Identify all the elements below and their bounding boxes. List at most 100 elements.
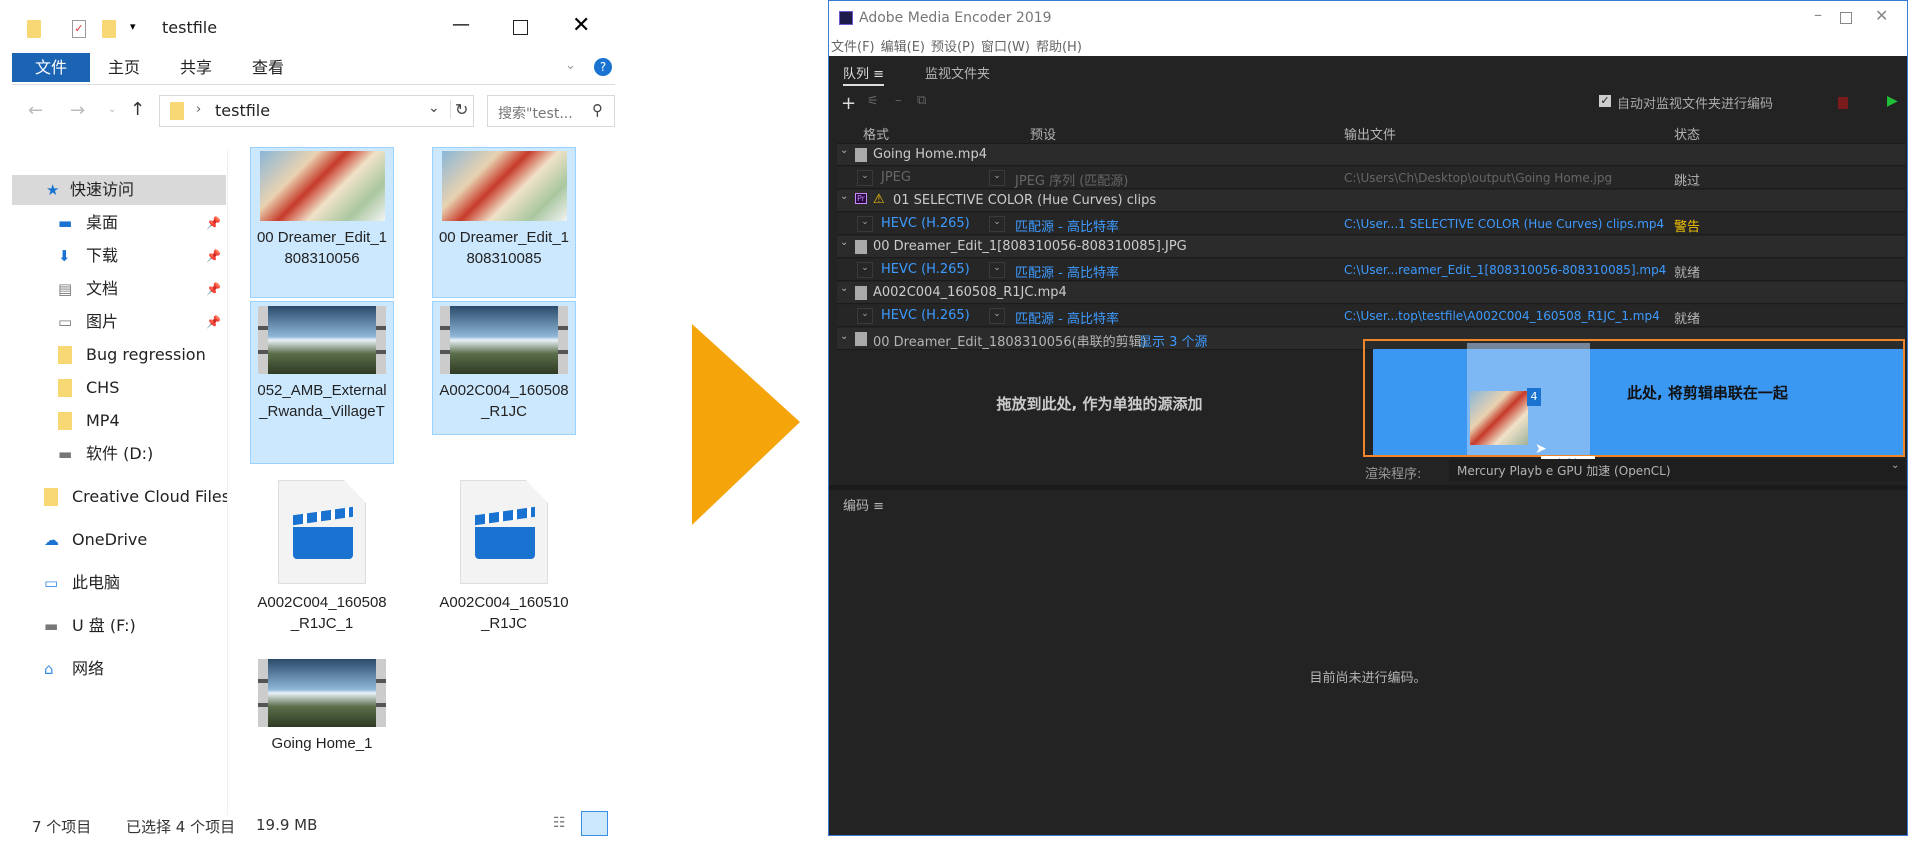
- menu-preset[interactable]: 预设(P): [931, 40, 975, 55]
- auto-encode-checkbox[interactable]: ✓: [1599, 95, 1611, 107]
- nav-item[interactable]: Bug regression: [0, 340, 227, 370]
- address-dropdown-icon[interactable]: ⌄: [428, 100, 440, 116]
- output-path[interactable]: C:\User...reamer_Edit_1[808310056-808310…: [1344, 263, 1666, 277]
- output-path[interactable]: C:\User...1 SELECTIVE COLOR (Hue Curves)…: [1344, 217, 1664, 231]
- menu-file[interactable]: 文件(F): [831, 40, 875, 55]
- large-icons-view-button[interactable]: [581, 811, 608, 836]
- help-icon[interactable]: ?: [594, 58, 612, 76]
- file-item[interactable]: A002C004_160508_R1JC_1: [250, 475, 394, 649]
- stop-button[interactable]: [1838, 97, 1848, 109]
- nav-item[interactable]: ▭ 此电脑: [0, 568, 227, 598]
- ribbon-expand-icon[interactable]: ⌄: [565, 58, 576, 73]
- column-output[interactable]: 输出文件: [1344, 124, 1396, 143]
- chevron-down-icon[interactable]: ⌄: [840, 145, 848, 156]
- preset-value[interactable]: 匹配源 - 高比特率: [1015, 308, 1119, 327]
- queue-item[interactable]: ⌄ HEVC (H.265) ⌄ 匹配源 - 高比特率 C:\User...top\te…: [837, 305, 1905, 327]
- pin-icon[interactable]: 📌: [206, 208, 221, 238]
- preset-dropdown[interactable]: ⌄: [989, 308, 1005, 324]
- format-value[interactable]: HEVC (H.265): [881, 262, 970, 277]
- settings-icon[interactable]: ⚟: [867, 94, 879, 109]
- nav-item[interactable]: ▤ 文档 📌: [0, 274, 227, 304]
- format-value[interactable]: JPEG: [881, 170, 911, 185]
- back-button[interactable]: ←: [28, 100, 43, 121]
- queue-item[interactable]: ⌄ JPEG ⌄ JPEG 序列 (匹配源) C:\Users\Ch\Desktop\o…: [837, 167, 1905, 189]
- file-item[interactable]: 052_AMB_External_Rwanda_VillageT: [250, 301, 394, 464]
- menu-window[interactable]: 窗口(W): [981, 40, 1030, 55]
- maximize-button[interactable]: [1840, 12, 1852, 24]
- output-path[interactable]: C:\User...top\testfile\A002C004_160508_R…: [1344, 309, 1660, 323]
- preset-value[interactable]: 匹配源 - 高比特率: [1015, 262, 1119, 281]
- panel-divider[interactable]: [829, 485, 1907, 490]
- queue-group[interactable]: ⌄ A002C004_160508_R1JC.mp4: [837, 282, 1905, 304]
- preset-dropdown[interactable]: ⌄: [989, 216, 1005, 232]
- file-item[interactable]: A002C004_160510_R1JC: [432, 475, 576, 649]
- chevron-down-icon[interactable]: ⌄: [840, 283, 848, 294]
- pin-icon[interactable]: 📌: [206, 241, 221, 271]
- format-value[interactable]: HEVC (H.265): [881, 308, 970, 323]
- minimize-button[interactable]: —: [452, 14, 470, 35]
- renderer-select[interactable]: Mercury Playb e GPU 加速 (OpenCL) ⌄: [1449, 459, 1905, 481]
- queue-group[interactable]: ⌄ 00 Dreamer_Edit_1[808310056-808310085].…: [837, 236, 1905, 258]
- column-status[interactable]: 状态: [1674, 124, 1700, 143]
- drop-zone-separate[interactable]: 拖放到此处, 作为单独的源添加: [837, 351, 1362, 456]
- queue-item[interactable]: ⌄ HEVC (H.265) ⌄ 匹配源 - 高比特率 C:\User...1 SELE…: [837, 213, 1905, 235]
- recent-dropdown-icon[interactable]: ⌄: [108, 104, 116, 115]
- quick-access-dropdown-icon[interactable]: ▾: [130, 20, 136, 33]
- add-source-button[interactable]: +: [841, 93, 856, 114]
- nav-item[interactable]: MP4: [0, 406, 227, 436]
- queue-group[interactable]: ⌄ Pr ⚠ 01 SELECTIVE COLOR (Hue Curves) clip…: [837, 190, 1905, 212]
- nav-item[interactable]: ★ 快速访问: [12, 175, 226, 205]
- file-item[interactable]: 00 Dreamer_Edit_1808310085: [432, 147, 576, 298]
- preset-value[interactable]: JPEG 序列 (匹配源): [1015, 170, 1128, 189]
- nav-item[interactable]: ⬇ 下载 📌: [0, 241, 227, 271]
- nav-item[interactable]: ▬ U 盘 (F:): [0, 611, 227, 641]
- encode-panel-tab[interactable]: 编码 ≡: [843, 495, 884, 514]
- format-dropdown[interactable]: ⌄: [857, 308, 873, 324]
- menu-edit[interactable]: 编辑(E): [881, 40, 925, 55]
- nav-item[interactable]: ▭ 图片 📌: [0, 307, 227, 337]
- menu-help[interactable]: 帮助(H): [1036, 40, 1082, 55]
- details-view-button[interactable]: ☷: [553, 815, 566, 831]
- forward-button[interactable]: →: [70, 100, 85, 121]
- format-value[interactable]: HEVC (H.265): [881, 216, 970, 231]
- minimize-button[interactable]: –: [1814, 5, 1822, 24]
- queue-item[interactable]: ⌄ HEVC (H.265) ⌄ 匹配源 - 高比特率 C:\User...reamer…: [837, 259, 1905, 281]
- close-button[interactable]: ✕: [572, 13, 590, 38]
- file-item[interactable]: A002C004_160508_R1JC: [432, 301, 576, 435]
- column-format[interactable]: 格式: [863, 124, 889, 143]
- column-preset[interactable]: 预设: [1030, 124, 1056, 143]
- tab-share[interactable]: 共享: [180, 53, 212, 82]
- queue-group[interactable]: ⌄ Going Home.mp4: [837, 144, 1905, 166]
- chevron-down-icon[interactable]: ⌄: [840, 237, 848, 248]
- preset-dropdown[interactable]: ⌄: [989, 262, 1005, 278]
- start-queue-button[interactable]: ▶: [1887, 93, 1898, 109]
- file-item[interactable]: 00 Dreamer_Edit_1808310056: [250, 147, 394, 298]
- nav-item[interactable]: CHS: [0, 373, 227, 403]
- nav-item[interactable]: ▬ 软件 (D:): [0, 439, 227, 469]
- remove-button[interactable]: –: [895, 93, 902, 108]
- drop-zone-stitch[interactable]: 4 此处, 将剪辑串联在一起: [1363, 339, 1905, 457]
- file-item[interactable]: Going Home_1: [250, 655, 394, 767]
- maximize-button[interactable]: [513, 20, 528, 35]
- up-button[interactable]: ↑: [130, 99, 145, 120]
- tab-watch-folders[interactable]: 监视文件夹: [925, 63, 990, 82]
- new-folder-icon[interactable]: [102, 20, 116, 38]
- nav-item[interactable]: Creative Cloud Files: [0, 482, 227, 512]
- close-button[interactable]: ✕: [1875, 6, 1888, 25]
- tab-queue[interactable]: 队列 ≡: [843, 63, 885, 86]
- format-dropdown[interactable]: ⌄: [857, 170, 873, 186]
- output-path[interactable]: C:\Users\Ch\Desktop\output\Going Home.jp…: [1344, 171, 1612, 185]
- refresh-icon[interactable]: ↻: [450, 100, 468, 119]
- pin-icon[interactable]: 📌: [206, 307, 221, 337]
- nav-item[interactable]: ▬ 桌面 📌: [0, 208, 227, 238]
- preset-value[interactable]: 匹配源 - 高比特率: [1015, 216, 1119, 235]
- show-sources-link[interactable]: 显示 3 个源: [1139, 331, 1208, 350]
- pin-icon[interactable]: 📌: [206, 274, 221, 304]
- format-dropdown[interactable]: ⌄: [857, 262, 873, 278]
- search-input[interactable]: 搜索"test... ⚲: [487, 95, 615, 127]
- format-dropdown[interactable]: ⌄: [857, 216, 873, 232]
- address-bar[interactable]: › testfile ⌄ ↻: [159, 95, 474, 127]
- duplicate-button[interactable]: ⧉: [917, 93, 926, 108]
- tab-file[interactable]: 文件: [12, 53, 90, 82]
- preset-dropdown[interactable]: ⌄: [989, 170, 1005, 186]
